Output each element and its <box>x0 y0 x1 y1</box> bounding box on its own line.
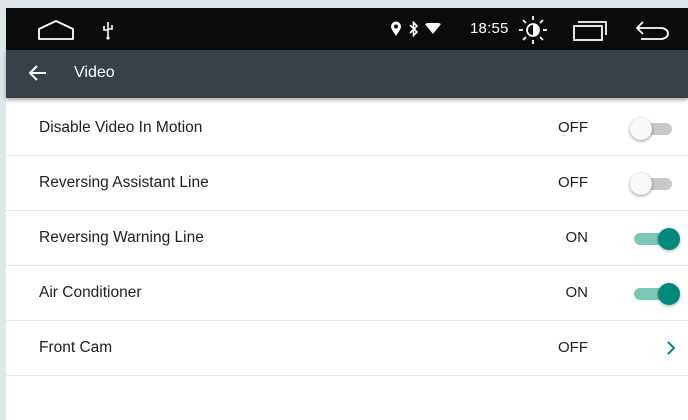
arrow-left-icon[interactable] <box>28 64 48 82</box>
back-nav-icon[interactable] <box>635 19 671 41</box>
bluetooth-icon <box>409 21 419 37</box>
toggle-knob <box>630 173 652 195</box>
setting-row-disable-video-in-motion[interactable]: Disable Video In Motion OFF <box>6 101 688 156</box>
setting-value: ON <box>565 229 589 246</box>
setting-value: OFF <box>558 339 588 356</box>
recents-icon[interactable] <box>571 20 607 42</box>
usb-icon <box>103 22 113 40</box>
wifi-icon <box>425 23 441 34</box>
location-icon <box>391 21 401 36</box>
setting-value: OFF <box>558 174 588 191</box>
setting-row-front-cam[interactable]: Front Cam OFF <box>6 321 688 376</box>
setting-label: Front Cam <box>39 339 113 356</box>
setting-value: OFF <box>558 119 588 136</box>
toggle-knob <box>658 228 680 250</box>
setting-value: ON <box>565 284 589 301</box>
setting-label: Disable Video In Motion <box>39 119 203 136</box>
setting-label: Air Conditioner <box>39 284 142 301</box>
setting-label: Reversing Warning Line <box>39 229 204 246</box>
chevron-right-icon[interactable] <box>666 340 676 356</box>
settings-list: Disable Video In Motion OFF Reversing As… <box>6 101 688 376</box>
toggle-switch[interactable] <box>630 283 680 305</box>
home-icon[interactable] <box>37 19 75 41</box>
setting-row-reversing-warning-line[interactable]: Reversing Warning Line ON <box>6 211 688 266</box>
toggle-switch[interactable] <box>630 173 678 195</box>
toggle-knob <box>630 118 652 140</box>
app-bar: Video <box>6 50 688 98</box>
status-bar: 18:55 <box>6 8 688 50</box>
toggle-switch[interactable] <box>630 118 678 140</box>
page-title: Video <box>74 64 115 81</box>
clock: 18:55 <box>470 20 509 37</box>
brightness-icon[interactable] <box>517 14 549 46</box>
setting-label: Reversing Assistant Line <box>39 174 209 191</box>
toggle-switch[interactable] <box>630 228 680 250</box>
toggle-knob <box>658 283 680 305</box>
setting-row-air-conditioner[interactable]: Air Conditioner ON <box>6 266 688 321</box>
setting-row-reversing-assistant-line[interactable]: Reversing Assistant Line OFF <box>6 156 688 211</box>
